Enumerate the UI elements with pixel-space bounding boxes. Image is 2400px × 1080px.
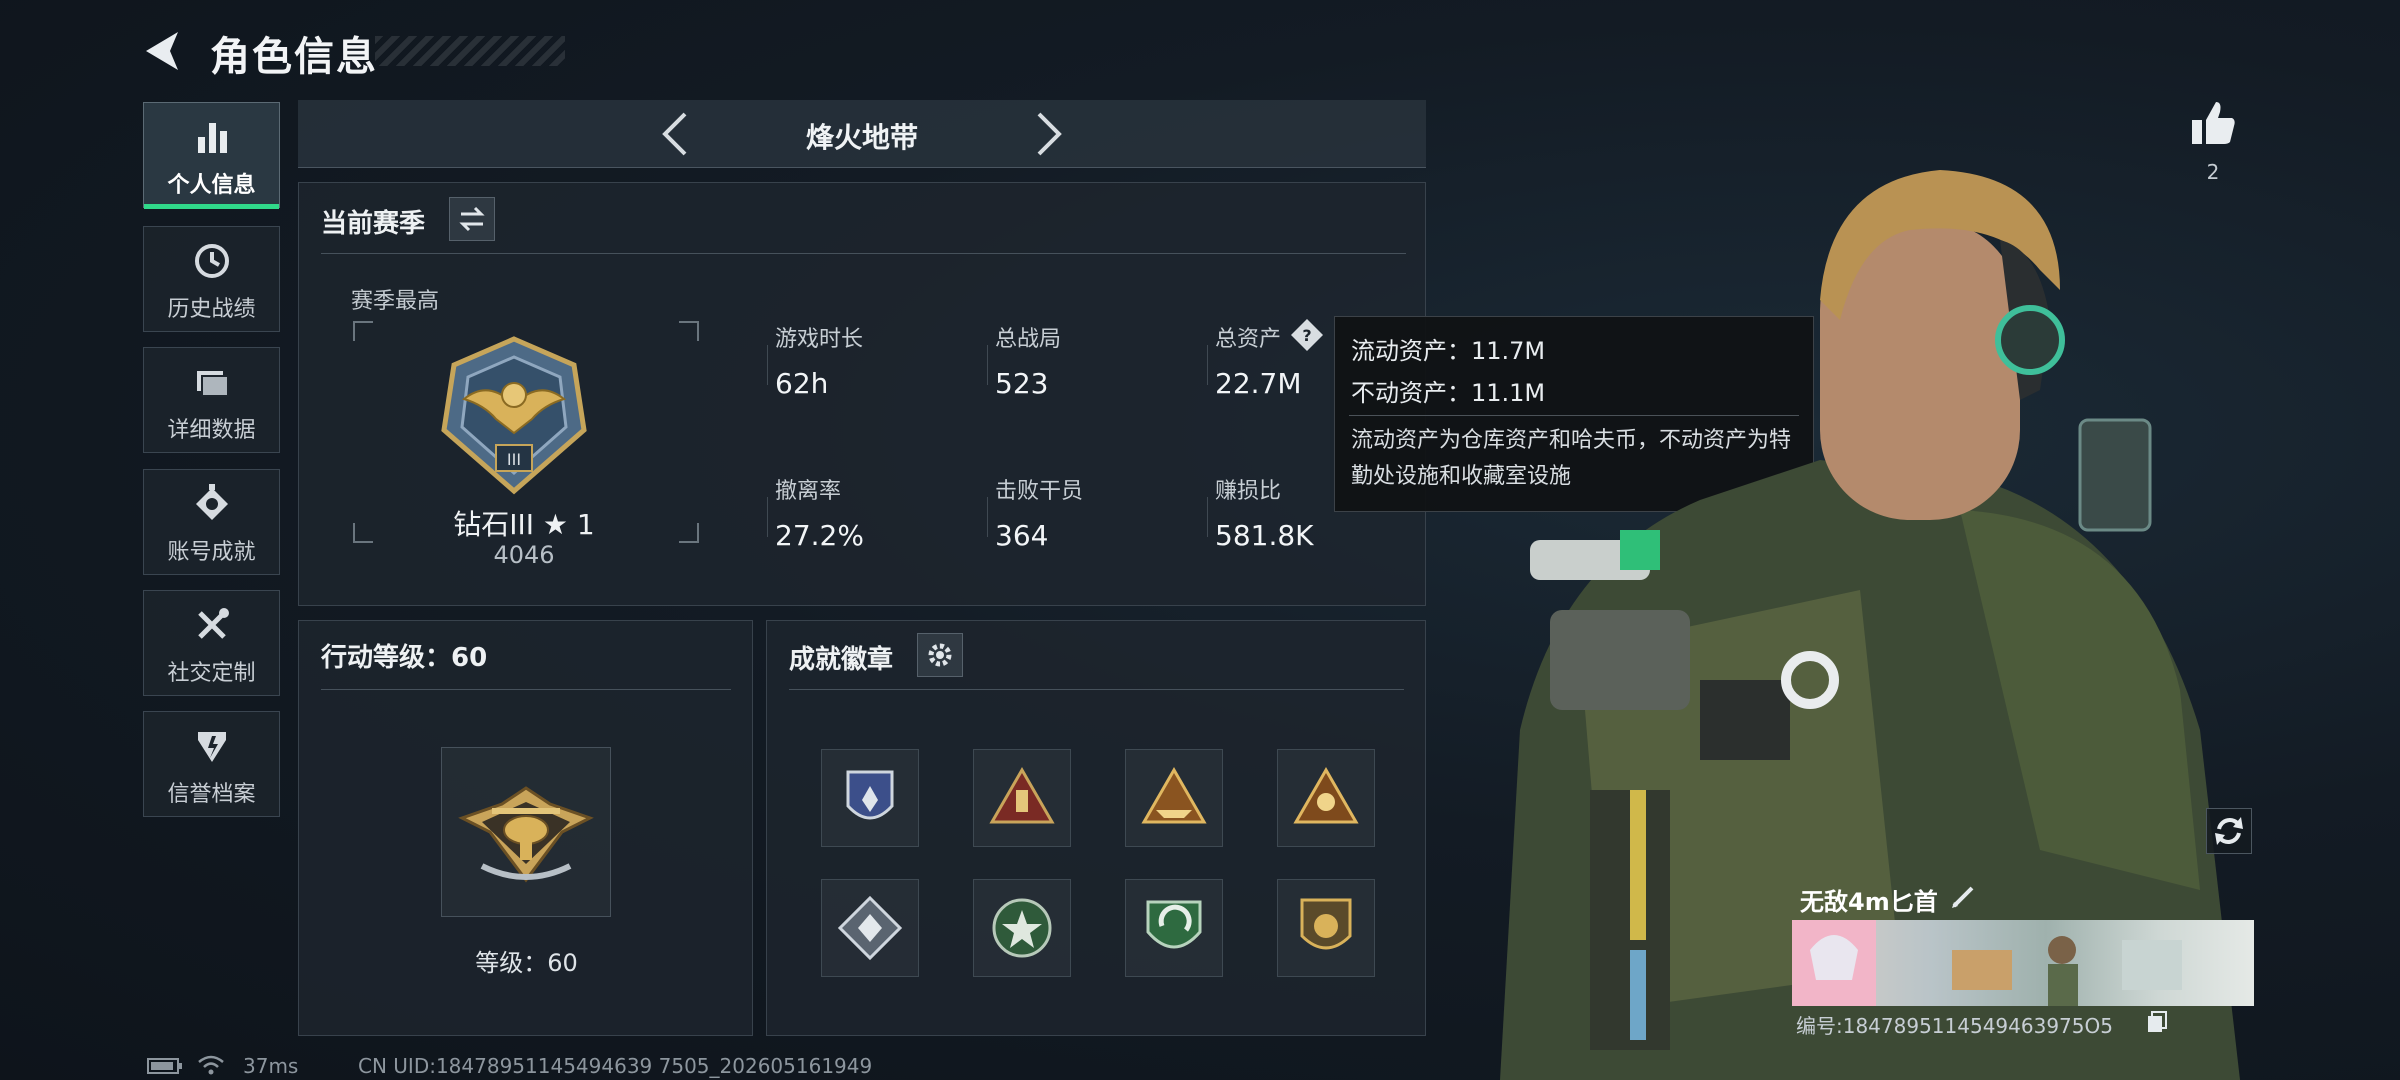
player-banner[interactable] [1792, 920, 2254, 1006]
swap-icon[interactable] [457, 204, 487, 234]
map-selector: 烽火地带 [298, 100, 1426, 168]
copy-icon[interactable] [2146, 1010, 2168, 1034]
uid-footer: CN UID:18478951145494639 7505_2026051619… [358, 1054, 873, 1078]
wifi-icon [197, 1054, 225, 1076]
achievement-settings-button[interactable] [917, 633, 963, 677]
sidebar-item-label: 个人信息 [167, 173, 256, 198]
stat-play-time: 游戏时长 62h [767, 321, 975, 400]
sidebar-item-reputation[interactable]: 信誉档案 [143, 711, 280, 817]
player-id: 编号:1847895114549463975O5 [1796, 1014, 2113, 1038]
season-best-label: 赛季最高 [351, 289, 440, 314]
achievements-title: 成就徽章 [789, 645, 894, 675]
divider [789, 689, 1404, 690]
svg-text:III: III [507, 450, 521, 469]
page-header: 角色信息 [140, 18, 600, 88]
thumbs-up-icon[interactable] [2188, 98, 2238, 148]
action-level-title: 行动等级：60 [321, 643, 488, 673]
achievement-badge[interactable] [1125, 749, 1223, 847]
refresh-icon[interactable] [2207, 809, 2251, 853]
achievement-badge[interactable] [1277, 749, 1375, 847]
chevron-right-icon[interactable] [1023, 110, 1071, 158]
stat-label: 总战局 [995, 327, 1062, 352]
svg-text:?: ? [1302, 326, 1311, 345]
stat-value: 581.8K [1215, 519, 1314, 552]
stat-label: 游戏时长 [775, 327, 864, 352]
achievement-badge[interactable] [1125, 879, 1223, 977]
edit-name-button[interactable] [1950, 882, 1978, 910]
action-level-panel: 行动等级：60 等级：60 [298, 620, 753, 1036]
season-panel: 当前赛季 赛季最高 III 钻石III ★ 1 4046 游戏时长 62h 总战… [298, 182, 1426, 606]
gear-icon[interactable] [918, 634, 962, 676]
sidebar-item-label: 账号成就 [167, 540, 256, 565]
stat-extract-rate: 撤离率 27.2% [767, 473, 975, 552]
star-gear-icon [992, 898, 1052, 958]
sidebar-item-achievements[interactable]: 账号成就 [143, 469, 280, 575]
level-badge[interactable] [441, 747, 611, 917]
sidebar-item-label: 社交定制 [167, 661, 256, 686]
shield-icon [144, 726, 279, 775]
sidebar-item-label: 历史战绩 [167, 297, 256, 322]
coin-shield-icon [1300, 898, 1352, 950]
achievements-panel: 成就徽章 [766, 620, 1426, 1036]
achievement-badge[interactable] [973, 879, 1071, 977]
stat-value: 27.2% [775, 519, 864, 552]
folder-icon [144, 362, 279, 411]
back-button[interactable] [140, 26, 186, 76]
level-caption: 等级：60 [475, 949, 578, 977]
sidebar-item-details[interactable]: 详细数据 [143, 347, 280, 453]
ping-readout: 37ms [243, 1054, 299, 1078]
sidebar-item-social[interactable]: 社交定制 [143, 590, 280, 696]
stat-total-matches: 总战局 523 [987, 321, 1195, 400]
sidebar-item-personal-info[interactable]: 个人信息 [143, 102, 280, 209]
sidebar-item-label: 信誉档案 [167, 782, 256, 807]
season-title: 当前赛季 [321, 209, 426, 239]
player-card: 无敌4m匕首 编号:1847895114549463975O5 [1792, 876, 2254, 1038]
divider [321, 689, 731, 690]
map-next-button[interactable] [1023, 110, 1071, 158]
status-bar: 37ms CN UID:18478951145494639 7505_20260… [143, 1052, 1143, 1078]
pencil-icon[interactable] [1950, 882, 1978, 910]
achievement-badge[interactable] [821, 879, 919, 977]
hand-sign-triangle-icon [989, 766, 1055, 824]
achievement-badge[interactable] [1277, 879, 1375, 977]
stat-label: 撤离率 [775, 479, 842, 504]
help-icon[interactable]: ? [1289, 317, 1325, 353]
tools-icon [144, 605, 279, 654]
sidebar-item-history[interactable]: 历史战绩 [143, 226, 280, 332]
refresh-button[interactable] [2206, 808, 2252, 854]
stat-value: 523 [995, 367, 1049, 400]
back-arrow-icon[interactable] [140, 26, 186, 76]
arrows-shield-icon [1146, 900, 1202, 949]
like-count: 2 [2206, 160, 2220, 184]
stat-label: 击败干员 [995, 479, 1084, 504]
stat-value: 364 [995, 519, 1049, 552]
rank-emblem-icon: III [434, 335, 594, 495]
banner-illustration [1792, 920, 2182, 1006]
player-name: 无敌4m匕首 [1800, 888, 1938, 916]
rank-points: 4046 [493, 541, 555, 569]
stat-operators-defeated: 击败干员 364 [987, 473, 1195, 552]
sidebar-item-label: 详细数据 [167, 418, 256, 443]
medal-icon [144, 484, 279, 533]
achievement-badge[interactable] [821, 749, 919, 847]
fighter-triangle-icon [1293, 766, 1359, 824]
copy-id-button[interactable] [2146, 1010, 2168, 1034]
boat-triangle-icon [1141, 766, 1207, 824]
divider [321, 253, 1406, 254]
police-badge-icon [846, 770, 894, 820]
title-decoration [375, 36, 565, 66]
page-title: 角色信息 [210, 34, 378, 80]
history-clock-icon [144, 241, 279, 290]
crystal-diamond-icon [837, 895, 903, 961]
achievement-badge[interactable] [973, 749, 1071, 847]
map-name: 烽火地带 [805, 121, 918, 154]
stat-value: 62h [775, 367, 829, 400]
battery-icon [147, 1058, 183, 1074]
like-button[interactable] [2188, 98, 2238, 148]
helicopter-badge-icon [458, 786, 594, 883]
bar-chart-icon [144, 117, 279, 166]
season-switch-button[interactable] [449, 197, 495, 241]
rank-name: 钻石III ★ 1 [453, 508, 595, 541]
